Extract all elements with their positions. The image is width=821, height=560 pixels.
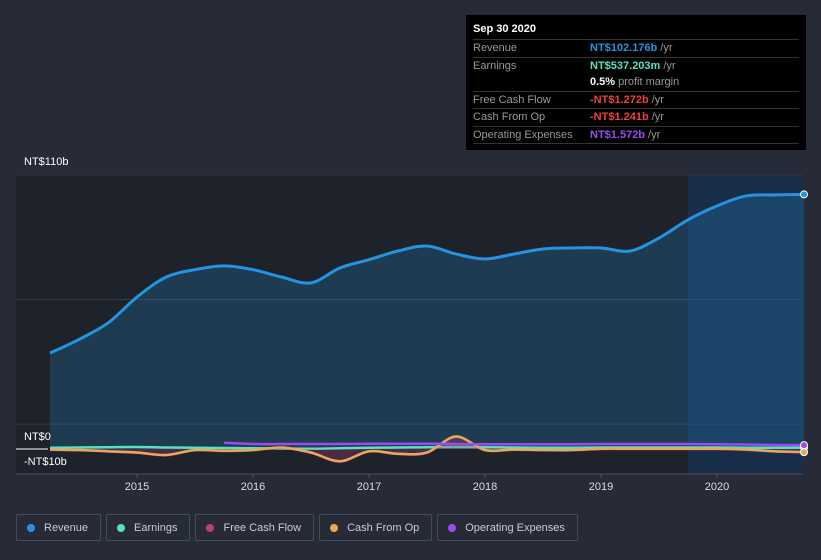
legend-dot-icon [27, 523, 35, 532]
tooltip-value: NT$102.176b [590, 42, 658, 55]
tooltip-value: -NT$1.272b [590, 93, 649, 106]
x-tick-label: 2018 [472, 481, 498, 493]
x-tick-label: 2019 [588, 481, 614, 493]
tooltip-row: 0.5% profit margin [473, 74, 799, 92]
x-tick-label: 2017 [356, 481, 382, 493]
x-tick-label: 2020 [704, 481, 730, 493]
opex-line [223, 441, 805, 447]
y-label-bottom: -NT$10b [24, 456, 67, 468]
tooltip-unit: /yr [663, 59, 676, 72]
legend-item-free-cash-flow[interactable]: Free Cash Flow [195, 514, 315, 541]
legend-dot-icon [206, 523, 215, 532]
legend-label: Earnings [134, 521, 178, 534]
legend-label: Free Cash Flow [223, 521, 302, 534]
tooltip-row: Operating Expenses NT$1.572b/yr [473, 127, 799, 144]
tooltip-label: Cash From Op [473, 111, 546, 124]
tooltip-unit: /yr [648, 128, 661, 141]
legend: Revenue Earnings Free Cash Flow Cash From O… [16, 514, 578, 541]
legend-dot-icon [448, 523, 457, 532]
tooltip-row: Earnings NT$537.203m/yr [473, 58, 799, 75]
tooltip-unit: /yr [660, 42, 673, 55]
legend-label: Revenue [44, 521, 89, 534]
x-tick-label: 2015 [124, 481, 150, 493]
legend-dot-icon [117, 523, 126, 532]
cfo-end-marker [800, 448, 808, 457]
revenue-end-marker [800, 190, 808, 199]
tooltip-row: Free Cash Flow -NT$1.272b/yr [473, 92, 799, 109]
tooltip-label: Revenue [473, 42, 518, 55]
legend-dot-icon [330, 523, 339, 532]
tooltip-value: NT$537.203m [590, 59, 661, 72]
legend-item-earnings[interactable]: Earnings [106, 514, 191, 541]
tooltip-value: NT$1.572b [590, 128, 646, 141]
tooltip-date: Sep 30 2020 [473, 23, 799, 40]
x-tick-label: 2016 [240, 481, 266, 493]
tooltip-unit: /yr [651, 93, 664, 106]
tooltip-row: Cash From Op -NT$1.241b/yr [473, 109, 799, 127]
tooltip-unit: /yr [651, 111, 664, 124]
y-label-zero: NT$0 [24, 431, 51, 443]
tooltip-label: Earnings [473, 59, 517, 72]
tooltip-unit: profit margin [618, 76, 680, 89]
opex-end-marker [800, 441, 808, 450]
legend-item-revenue[interactable]: Revenue [16, 514, 102, 541]
tooltip-label: Operating Expenses [473, 128, 573, 141]
tooltip-value: 0.5% [590, 76, 616, 89]
legend-item-cash-from-op[interactable]: Cash From Op [319, 514, 433, 541]
legend-item-operating-expenses[interactable]: Operating Expenses [437, 514, 578, 541]
legend-label: Operating Expenses [465, 521, 565, 534]
tooltip-row: Revenue NT$102.176b/yr [473, 40, 799, 58]
legend-label: Cash From Op [347, 521, 420, 534]
tooltip: Sep 30 2020 Revenue NT$102.176b/yr Earning… [466, 15, 806, 150]
tooltip-value: -NT$1.241b [590, 111, 649, 124]
tooltip-label: Free Cash Flow [473, 93, 551, 106]
y-label-top: NT$110b [24, 156, 69, 168]
